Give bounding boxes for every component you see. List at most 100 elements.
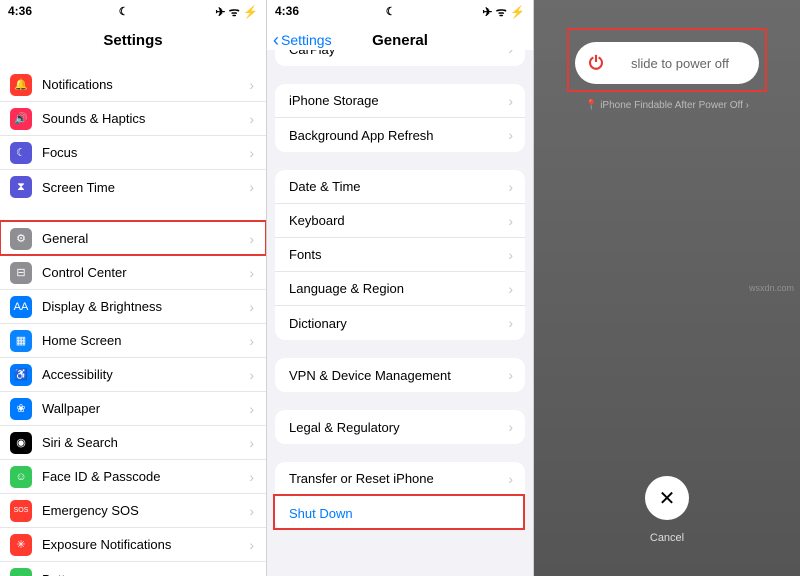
- chevron-right-icon: ›: [249, 231, 254, 247]
- moon-icon: ☾: [119, 5, 129, 18]
- exposure-icon: ✳: [10, 534, 32, 556]
- status-time: 4:36: [8, 4, 32, 18]
- back-button[interactable]: ‹ Settings: [273, 31, 332, 49]
- cancel-label: Cancel: [534, 532, 800, 544]
- status-time: 4:36: [275, 4, 299, 18]
- row-label: Focus: [42, 145, 249, 160]
- settings-row-wallpaper[interactable]: ❀ Wallpaper›: [0, 392, 266, 426]
- siri-icon: ◉: [10, 432, 32, 454]
- general-row-keyboard[interactable]: Keyboard›: [275, 204, 525, 238]
- settings-row-display-brightness[interactable]: AA Display & Brightness›: [0, 290, 266, 324]
- bell-icon: 🔔: [10, 74, 32, 96]
- hourglass-icon: ⧗: [10, 176, 32, 198]
- cancel-button[interactable]: ✕: [645, 476, 689, 520]
- general-row-carplay[interactable]: CarPlay›: [275, 50, 525, 66]
- settings-row-accessibility[interactable]: ♿Accessibility›: [0, 358, 266, 392]
- chevron-right-icon: ›: [249, 469, 254, 485]
- row-label: Emergency SOS: [42, 503, 249, 518]
- chevron-right-icon: ›: [508, 419, 513, 435]
- status-bar: 4:36 ☾ ✈ ᯤ ⚡: [0, 0, 266, 22]
- page-title: General: [372, 32, 428, 49]
- row-label: Battery: [42, 572, 249, 576]
- chevron-right-icon: ›: [249, 401, 254, 417]
- row-label: Display & Brightness: [42, 299, 249, 314]
- general-row-date-time[interactable]: Date & Time›: [275, 170, 525, 204]
- chevron-right-icon: ›: [249, 367, 254, 383]
- chevron-right-icon: ›: [249, 265, 254, 281]
- row-label: VPN & Device Management: [289, 368, 508, 383]
- close-icon: ✕: [659, 486, 676, 511]
- row-label: CarPlay: [289, 50, 508, 57]
- chevron-right-icon: ›: [249, 111, 254, 127]
- nav-bar: Settings: [0, 22, 266, 58]
- row-label: Siri & Search: [42, 435, 249, 450]
- faceid-icon: ☺: [10, 466, 32, 488]
- settings-row-home-screen[interactable]: ▦Home Screen›: [0, 324, 266, 358]
- chevron-left-icon: ‹: [273, 31, 279, 49]
- status-indicators: ✈ ᯤ ⚡: [482, 3, 525, 20]
- general-row-dictionary[interactable]: Dictionary›: [275, 306, 525, 340]
- general-row-background-app-refresh[interactable]: Background App Refresh›: [275, 118, 525, 152]
- settings-row-sounds-haptics[interactable]: 🔊 Sounds & Haptics›: [0, 102, 266, 136]
- row-label: Date & Time: [289, 179, 508, 194]
- general-row-fonts[interactable]: Fonts›: [275, 238, 525, 272]
- status-bar: 4:36 ☾ ✈ ᯤ ⚡: [267, 0, 533, 22]
- control-center-icon: ⊟: [10, 262, 32, 284]
- chevron-right-icon: ›: [508, 127, 513, 143]
- row-label: Transfer or Reset iPhone: [289, 471, 508, 486]
- chevron-right-icon: ›: [508, 179, 513, 195]
- chevron-right-icon: ›: [249, 145, 254, 161]
- row-label: Exposure Notifications: [42, 537, 249, 552]
- home-icon: ▦: [10, 330, 32, 352]
- row-label: Face ID & Passcode: [42, 469, 249, 484]
- settings-row-battery[interactable]: ▮ Battery›: [0, 562, 266, 576]
- watermark: wsxdn.com: [749, 283, 794, 293]
- settings-list[interactable]: 🔔Notifications›🔊Sounds & Haptics›☾Focus›…: [0, 58, 266, 576]
- chevron-right-icon: ›: [508, 281, 513, 297]
- general-row-transfer-or-reset-iphone[interactable]: Transfer or Reset iPhone›: [275, 462, 525, 496]
- slide-label: slide to power off: [617, 56, 759, 71]
- slide-to-power-off[interactable]: ⏻ slide to power off: [575, 42, 759, 84]
- power-icon[interactable]: ⏻: [578, 45, 614, 81]
- row-label: Notifications: [42, 77, 249, 92]
- battery-icon: ▮: [10, 568, 32, 576]
- sos-icon: SOS: [10, 500, 32, 522]
- general-row-legal-regulatory[interactable]: Legal & Regulatory›: [275, 410, 525, 444]
- page-title: Settings: [103, 32, 162, 49]
- chevron-right-icon: ›: [249, 333, 254, 349]
- chevron-right-icon: ›: [508, 367, 513, 383]
- chevron-right-icon: ›: [249, 299, 254, 315]
- general-list[interactable]: CarPlay›iPhone Storage›Background App Re…: [267, 50, 533, 576]
- general-row-vpn-device-management[interactable]: VPN & Device Management›: [275, 358, 525, 392]
- settings-row-control-center[interactable]: ⊟ Control Center›: [0, 256, 266, 290]
- wallpaper-icon: ❀: [10, 398, 32, 420]
- settings-row-siri-search[interactable]: ◉Siri & Search›: [0, 426, 266, 460]
- row-label: Language & Region: [289, 281, 508, 296]
- general-row-iphone-storage[interactable]: iPhone Storage›: [275, 84, 525, 118]
- display-icon: AA: [10, 296, 32, 318]
- row-label: Wallpaper: [42, 401, 249, 416]
- row-label: Fonts: [289, 247, 508, 262]
- row-label: Keyboard: [289, 213, 508, 228]
- chevron-right-icon: ›: [249, 537, 254, 553]
- accessibility-icon: ♿: [10, 364, 32, 386]
- settings-row-face-id-passcode[interactable]: ☺ Face ID & Passcode›: [0, 460, 266, 494]
- chevron-right-icon: ›: [508, 247, 513, 263]
- findable-text[interactable]: 📍 iPhone Findable After Power Off ›: [534, 100, 800, 111]
- back-label: Settings: [281, 32, 332, 48]
- general-row-shut-down[interactable]: Shut Down: [275, 496, 525, 530]
- settings-row-screen-time[interactable]: ⧗Screen Time›: [0, 170, 266, 204]
- general-row-language-region[interactable]: Language & Region›: [275, 272, 525, 306]
- row-label: Sounds & Haptics: [42, 111, 249, 126]
- settings-row-exposure-notifications[interactable]: ✳ Exposure Notifications›: [0, 528, 266, 562]
- row-label: Shut Down: [289, 506, 513, 521]
- settings-row-focus[interactable]: ☾Focus›: [0, 136, 266, 170]
- settings-row-notifications[interactable]: 🔔 Notifications›: [0, 68, 266, 102]
- settings-row-general[interactable]: ⚙General›: [0, 222, 266, 256]
- chevron-right-icon: ›: [249, 77, 254, 93]
- settings-row-emergency-sos[interactable]: SOSEmergency SOS›: [0, 494, 266, 528]
- chevron-right-icon: ›: [249, 571, 254, 576]
- row-label: Dictionary: [289, 316, 508, 331]
- sound-icon: 🔊: [10, 108, 32, 130]
- row-label: Control Center: [42, 265, 249, 280]
